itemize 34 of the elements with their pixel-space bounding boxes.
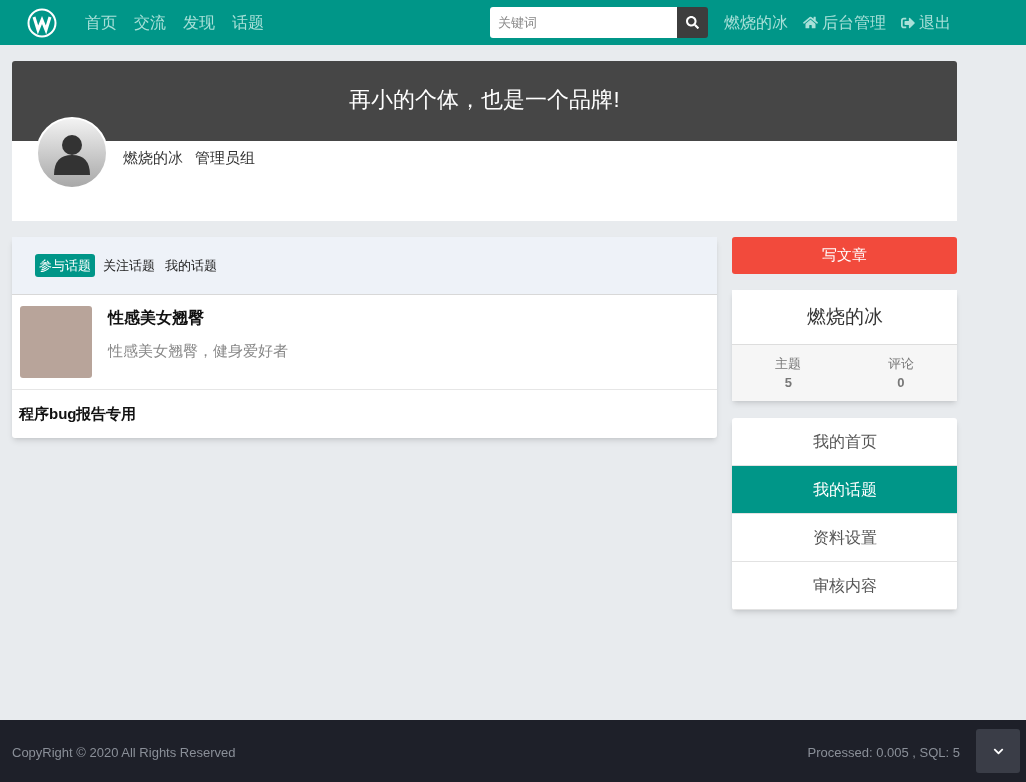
write-article-button[interactable]: 写文章: [732, 237, 957, 274]
stat-label: 评论: [887, 354, 914, 373]
user-card-name: 燃烧的冰: [806, 304, 883, 329]
copyright-text: CopyRight © 2020 All Rights Reserved: [12, 744, 236, 763]
search-field[interactable]: 关键词: [490, 7, 677, 38]
logo-icon[interactable]: [27, 7, 57, 38]
logout-link[interactable]: 退出: [901, 10, 951, 35]
search-icon: [686, 16, 699, 29]
topic-tab[interactable]: 关注话题: [101, 253, 157, 278]
photo-placeholder: [20, 306, 92, 378]
topic-description: 性感美女翘臀，健身爱好者: [108, 341, 288, 361]
topic-title[interactable]: 程序bug报告专用: [19, 405, 137, 422]
stat-value: 0: [897, 374, 905, 392]
topic-tab[interactable]: 参与话题: [35, 253, 95, 278]
nav-link[interactable]: 首页: [85, 10, 117, 35]
processing-stats: Processed: 0.005 , SQL: 5: [807, 744, 960, 763]
stat-value: 5: [784, 374, 792, 392]
topic-title[interactable]: 性感美女翘臀: [108, 306, 288, 330]
admin-link[interactable]: 后台管理: [803, 10, 886, 35]
logout-icon: [901, 15, 915, 30]
user-link[interactable]: 燃烧的冰: [724, 10, 788, 35]
menu-item[interactable]: 资料设置: [732, 514, 957, 562]
banner-group: 管理员组: [195, 147, 255, 189]
topic-tab[interactable]: 我的话题: [163, 253, 219, 278]
home-icon: [803, 15, 818, 30]
nav-link[interactable]: 交流: [134, 10, 166, 35]
menu-item[interactable]: 我的话题: [732, 466, 957, 514]
banner-slogan: 再小的个体，也是一个品牌!: [349, 86, 620, 114]
banner-username: 燃烧的冰: [123, 148, 183, 168]
nav-link[interactable]: 发现: [183, 10, 215, 35]
stat-label: 主题: [775, 354, 802, 373]
nav-link[interactable]: 话题: [232, 10, 264, 35]
search-button[interactable]: [677, 7, 708, 38]
menu-item[interactable]: 审核内容: [732, 562, 957, 610]
